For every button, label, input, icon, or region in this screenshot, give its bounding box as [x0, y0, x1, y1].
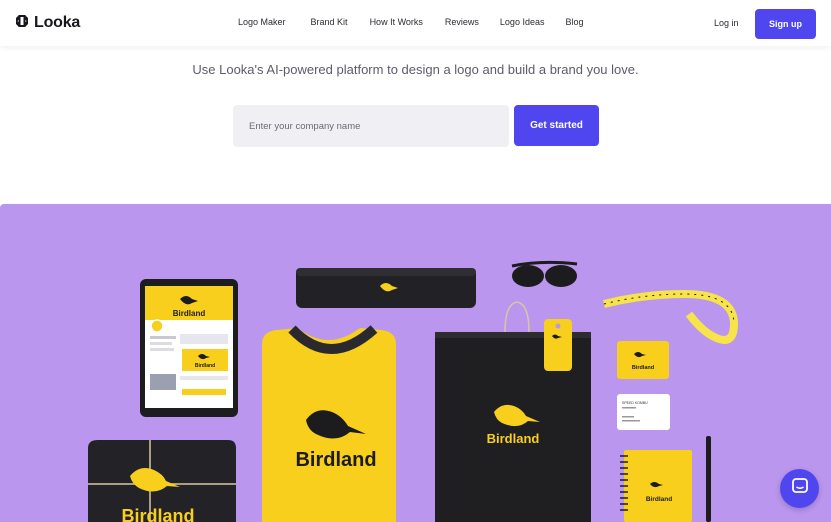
hang-tag	[544, 319, 572, 371]
package-brand-word: Birdland	[121, 506, 194, 522]
chat-support-button[interactable]	[780, 469, 819, 508]
nav-link-brand-kit[interactable]: Brand Kit	[311, 17, 348, 27]
business-card-white: SPEED KOMBU	[617, 394, 670, 430]
nav-link-how-it-works[interactable]: How It Works	[370, 17, 423, 27]
login-link[interactable]: Log in	[714, 18, 739, 28]
folded-tshirt: Birdland	[262, 325, 396, 522]
nav-link-logo-maker[interactable]: Logo Maker	[238, 17, 286, 27]
main-nav: Logo Maker Brand Kit How It Works Review…	[238, 17, 583, 27]
get-started-button[interactable]: Get started	[514, 105, 599, 146]
card-brand-word: Birdland	[632, 365, 654, 371]
tape-measure	[603, 289, 739, 344]
nav-link-reviews[interactable]: Reviews	[445, 17, 479, 27]
wrapped-package: Birdland	[88, 440, 236, 522]
notebook-brand-word: Birdland	[646, 496, 672, 503]
top-navbar: Looka Logo Maker Brand Kit How It Works …	[0, 0, 831, 46]
tablet-mockup: Birdland Birdland	[140, 279, 238, 417]
nav-link-logo-ideas[interactable]: Logo Ideas	[500, 17, 545, 27]
tshirt-brand-word: Birdland	[295, 449, 376, 471]
spiral-notebook: Birdland	[620, 450, 692, 522]
signup-button[interactable]: Sign up	[755, 9, 816, 39]
card-person-name: SPEED KOMBU	[622, 401, 648, 405]
business-card-yellow: Birdland	[617, 341, 669, 379]
tablet-brand-word: Birdland	[173, 309, 206, 318]
company-name-input[interactable]	[233, 105, 509, 147]
brand-logo[interactable]: Looka	[15, 13, 80, 33]
page: Looka Logo Maker Brand Kit How It Works …	[0, 0, 831, 522]
black-tube	[296, 268, 476, 308]
sunglasses	[511, 260, 578, 287]
tablet-post-word: Birdland	[195, 363, 215, 369]
hero-tagline: Use Looka's AI-powered platform to desig…	[192, 62, 639, 77]
pen	[706, 436, 711, 522]
looka-logo-icon	[15, 14, 29, 33]
nav-link-blog[interactable]: Blog	[565, 17, 583, 27]
chat-icon	[791, 477, 809, 500]
brand-name: Looka	[34, 14, 81, 31]
brand-mockup-image: Birdland Birdland Birdland Birdland Bird…	[0, 204, 831, 522]
bag-brand-word: Birdland	[487, 431, 540, 446]
